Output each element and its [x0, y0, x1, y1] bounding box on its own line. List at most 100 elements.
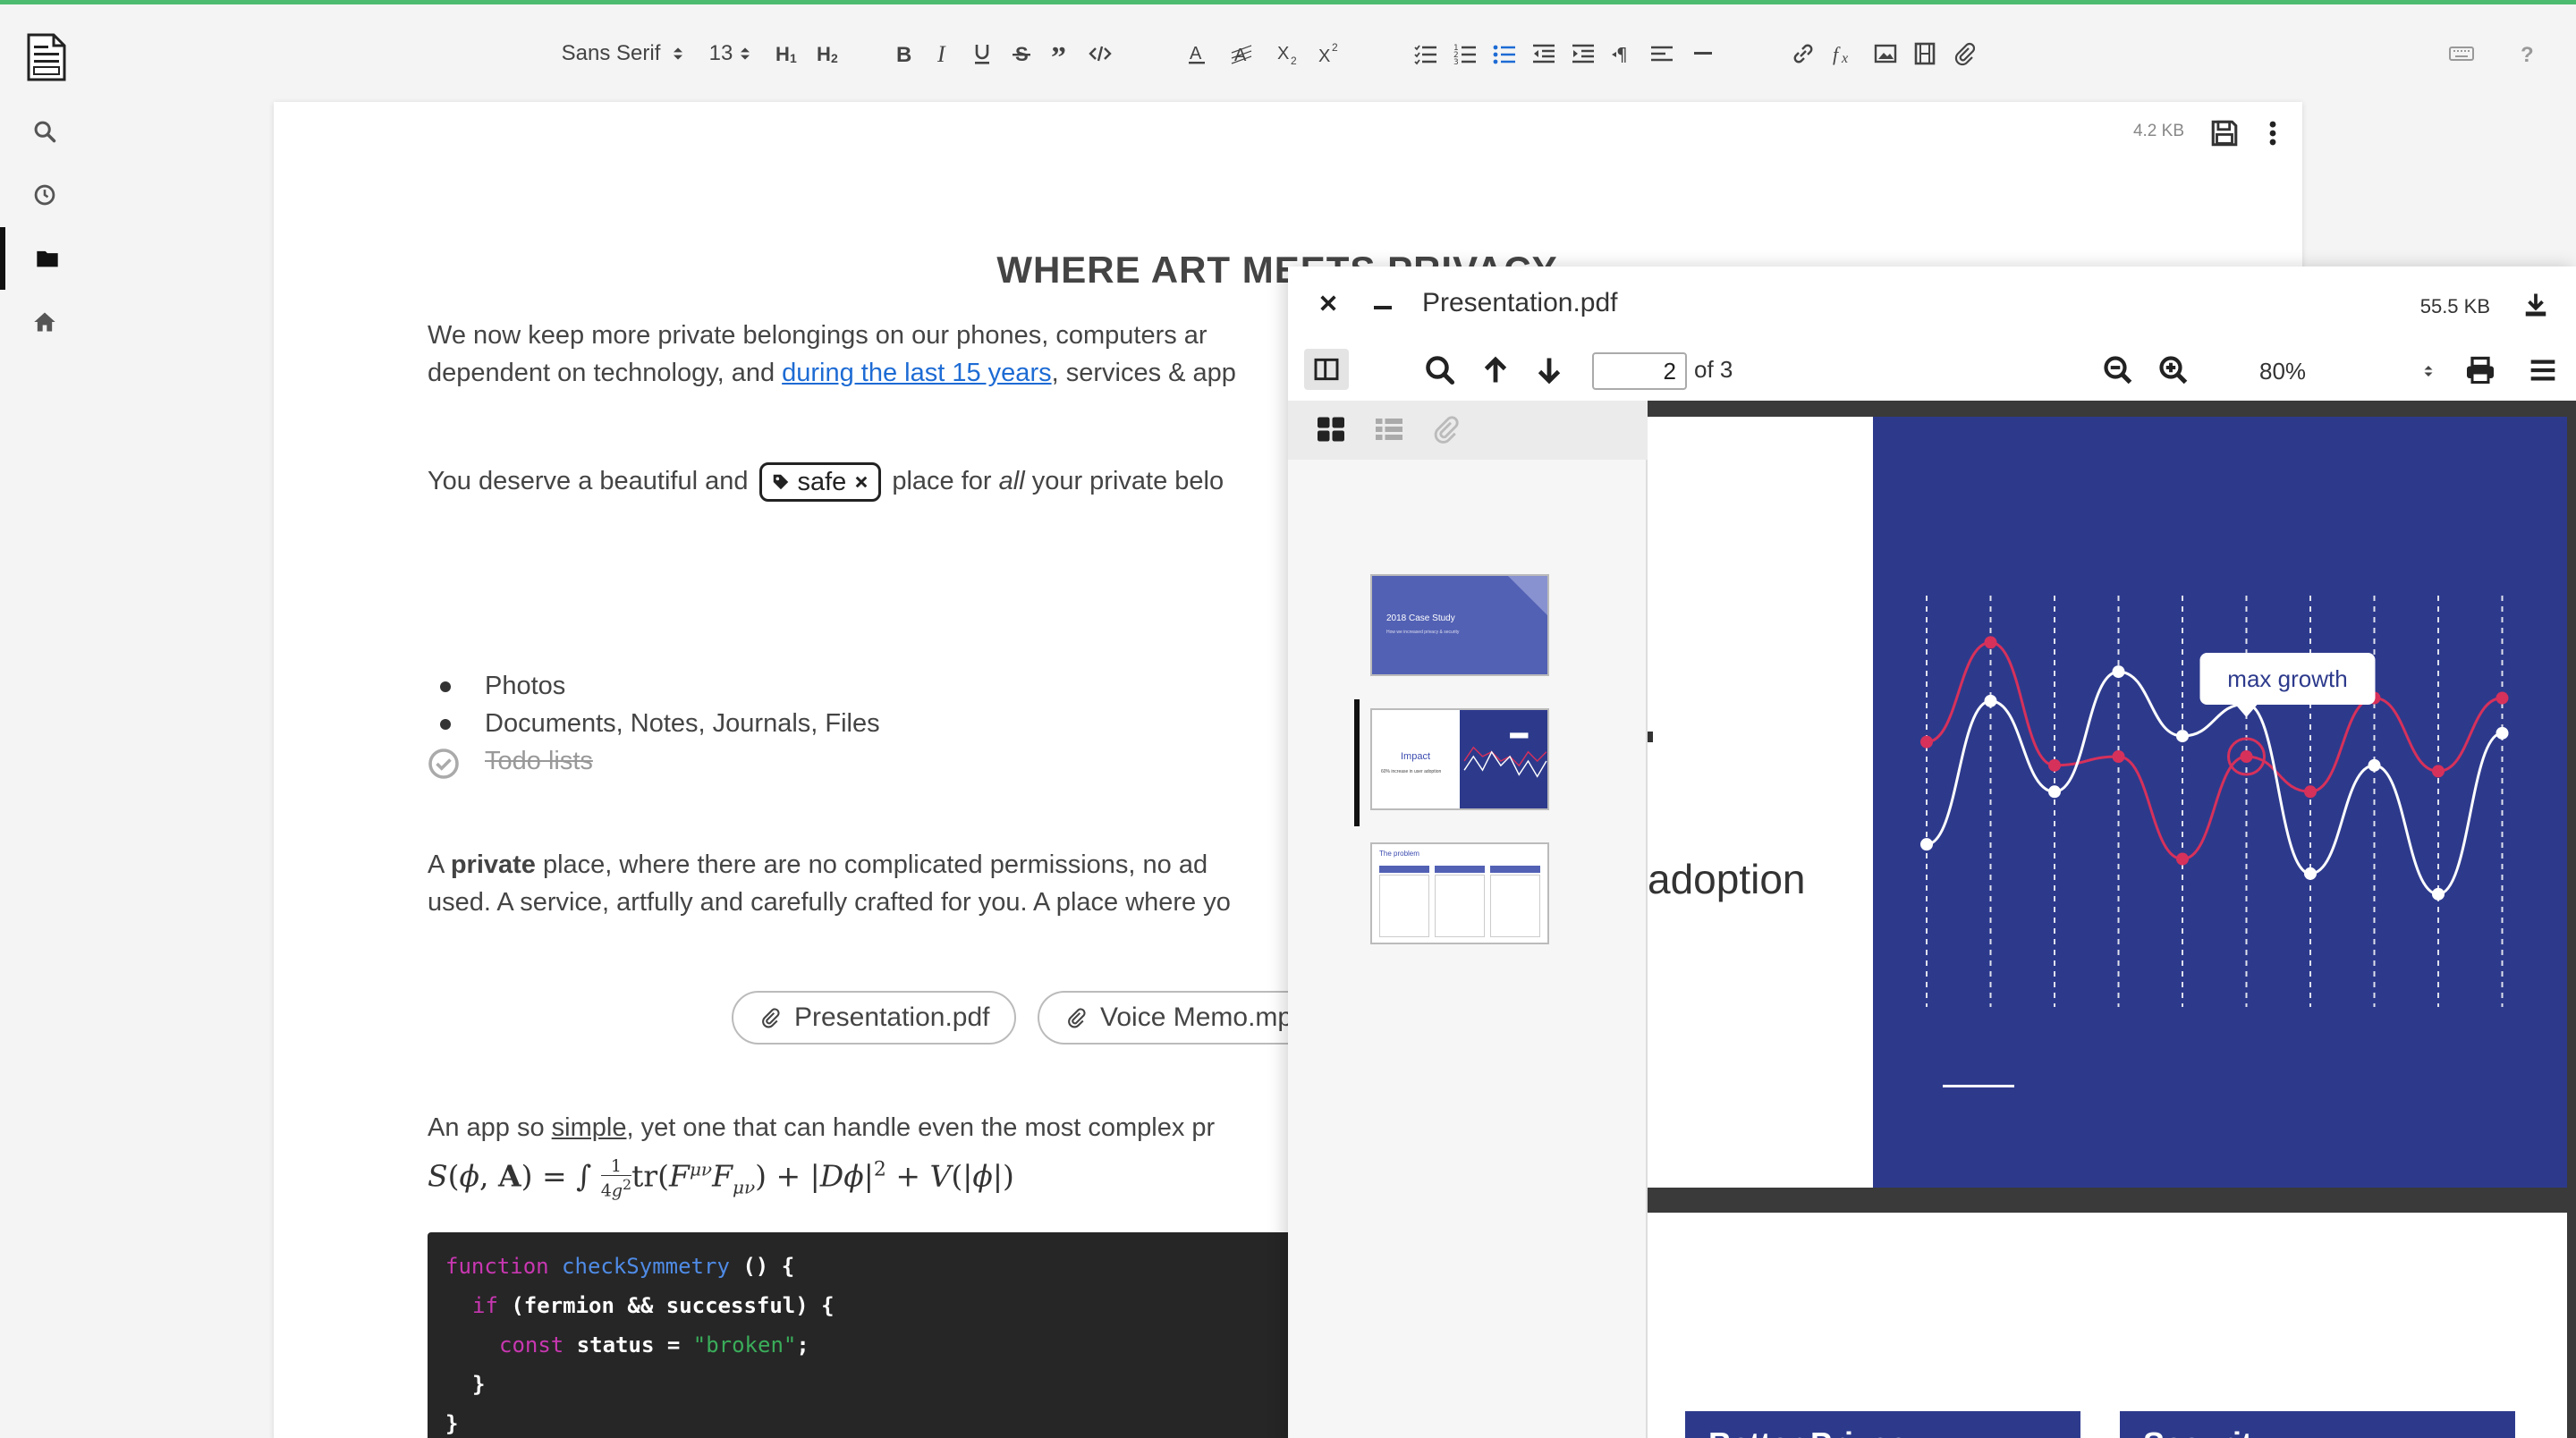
bullet [440, 681, 451, 692]
bold-icon: B [896, 43, 911, 67]
attachment-name: Presentation.pdf [794, 1002, 990, 1032]
print-button[interactable] [2463, 354, 2497, 386]
code-button[interactable] [1082, 27, 1118, 80]
svg-text:I: I [936, 41, 946, 67]
font-size-select[interactable]: 13 [708, 27, 755, 80]
align-button[interactable] [1644, 27, 1680, 80]
page-thumbnail-1[interactable]: 2018 Case Study How we increased privacy… [1370, 574, 1549, 676]
thumbnail-column [1435, 875, 1485, 937]
save-button[interactable] [2209, 118, 2240, 148]
pdf-menu-button[interactable] [2528, 356, 2558, 385]
font-family-select[interactable]: Sans Serif [553, 27, 696, 80]
tag-icon [773, 475, 788, 490]
highlight-button[interactable]: A [1224, 27, 1259, 80]
attachment-chip-presentation[interactable]: Presentation.pdf [732, 991, 1017, 1045]
svg-text:x: x [1841, 51, 1848, 66]
pdf-page-view[interactable]: adoption max growth Better Privacy Secur… [1648, 401, 2576, 1438]
safe-tag[interactable]: safe [758, 462, 882, 503]
ordered-list-button[interactable]: 123 [1447, 27, 1483, 80]
chart-point [2048, 758, 2061, 772]
thumbnail-title: The problem [1379, 850, 1419, 858]
code-text: status = [564, 1332, 693, 1358]
paperclip-icon [1954, 42, 1976, 66]
page-thumbnail-3[interactable]: The problem [1370, 842, 1549, 944]
toggle-sidebar-button[interactable] [1304, 349, 1349, 390]
horizontal-rule-icon [1694, 52, 1712, 55]
hamburger-icon [2530, 360, 2555, 381]
indent-button[interactable] [1565, 27, 1601, 80]
checked-circle-icon[interactable] [428, 748, 460, 780]
select-arrows-icon [2424, 366, 2433, 376]
sidebar-home[interactable] [0, 291, 89, 353]
underline-button[interactable] [964, 27, 1000, 80]
svg-text:f: f [1833, 43, 1841, 65]
outdent-button[interactable] [1526, 27, 1562, 80]
link-button[interactable] [1785, 27, 1821, 80]
close-icon [1320, 295, 1336, 311]
attachment-chip-voice-memo[interactable]: Voice Memo.mp [1038, 991, 1318, 1045]
text-color-button[interactable]: A [1179, 27, 1215, 80]
pdf-header: Presentation.pdf 55.5 KB [1288, 266, 2576, 338]
paragraph-text: , services & app [1051, 359, 1236, 387]
thumbnail-view-tab[interactable] [1315, 413, 1347, 445]
image-button[interactable] [1868, 27, 1903, 80]
sidebar-history[interactable] [0, 164, 89, 226]
pdf-search-button[interactable] [1424, 354, 1456, 386]
svg-text:3: 3 [1453, 58, 1459, 67]
outline-view-tab[interactable] [1372, 413, 1406, 445]
bold-button[interactable]: B [886, 27, 921, 80]
paragraph-1-line-1: We now keep more private belongings on o… [428, 321, 1208, 350]
attachment-button[interactable] [1946, 27, 1982, 80]
pdf-viewer-panel: Presentation.pdf 55.5 KB of 3 80% [1288, 266, 2576, 1438]
download-button[interactable] [2522, 292, 2549, 318]
help-button[interactable]: ? [2508, 27, 2544, 80]
page-thumbnail-2[interactable]: Impact 60% increase in user adoption [1370, 708, 1549, 810]
subscript-button[interactable]: X2 [1270, 27, 1306, 80]
code-text: () { [729, 1254, 795, 1279]
heading2-button[interactable]: H2 [810, 27, 848, 80]
outdent-icon [1533, 44, 1555, 63]
more-menu-button[interactable] [2258, 118, 2288, 148]
chart-point [2304, 785, 2317, 799]
italic-button[interactable]: I [925, 27, 961, 80]
blockquote-button[interactable]: ” [1043, 27, 1079, 80]
grid-icon [1318, 417, 1344, 442]
svg-text:2: 2 [831, 51, 838, 65]
text-direction-button[interactable]: ¶ [1605, 27, 1640, 80]
minimize-button[interactable] [1372, 293, 1394, 315]
math-formula[interactable]: S(ϕ, A) = ∫ 1 4g2 tr(FμνFμν) + |Dϕ|2 + V(|… [428, 1157, 1014, 1199]
superscript-button[interactable]: X2 [1311, 27, 1347, 80]
zoom-out-button[interactable] [2102, 354, 2134, 386]
svg-text:X: X [1277, 44, 1289, 63]
font-size-value: 13 [708, 41, 733, 65]
checklist-button[interactable] [1408, 27, 1444, 80]
thumbnail-tabs [1288, 401, 1648, 460]
page-subtitle-text: adoption [1648, 856, 1806, 902]
sidebar-toggle-icon [1314, 358, 1339, 381]
zoom-select[interactable]: 80% [2222, 352, 2445, 390]
previous-page-button[interactable] [1479, 354, 1512, 386]
sidebar-search[interactable] [0, 100, 89, 163]
horizontal-rule-button[interactable] [1685, 27, 1721, 80]
keyboard-button[interactable] [2442, 27, 2481, 80]
chart-point [2112, 750, 2125, 763]
inline-link[interactable]: during the last 15 years [782, 359, 1051, 387]
checklist-icon [1414, 45, 1436, 65]
zoom-out-icon [2104, 356, 2132, 385]
slide-card-privacy: Better Privacy [1685, 1411, 2080, 1438]
page-number-input[interactable] [1592, 352, 1687, 390]
zoom-in-button[interactable] [2157, 354, 2190, 386]
formula-button[interactable]: fx [1826, 27, 1862, 80]
next-page-button[interactable] [1533, 354, 1565, 386]
video-button[interactable] [1907, 27, 1943, 80]
bullet [440, 719, 451, 730]
sidebar-files[interactable] [0, 227, 89, 290]
chart-point [2432, 765, 2445, 778]
chart-point [2112, 665, 2125, 679]
close-icon[interactable] [853, 474, 869, 490]
close-button[interactable] [1318, 293, 1338, 313]
attachments-view-tab[interactable] [1429, 413, 1462, 445]
strikethrough-button[interactable]: S [1004, 27, 1039, 80]
bullet-list-button[interactable] [1487, 27, 1522, 80]
heading1-button[interactable]: H1 [769, 27, 807, 80]
